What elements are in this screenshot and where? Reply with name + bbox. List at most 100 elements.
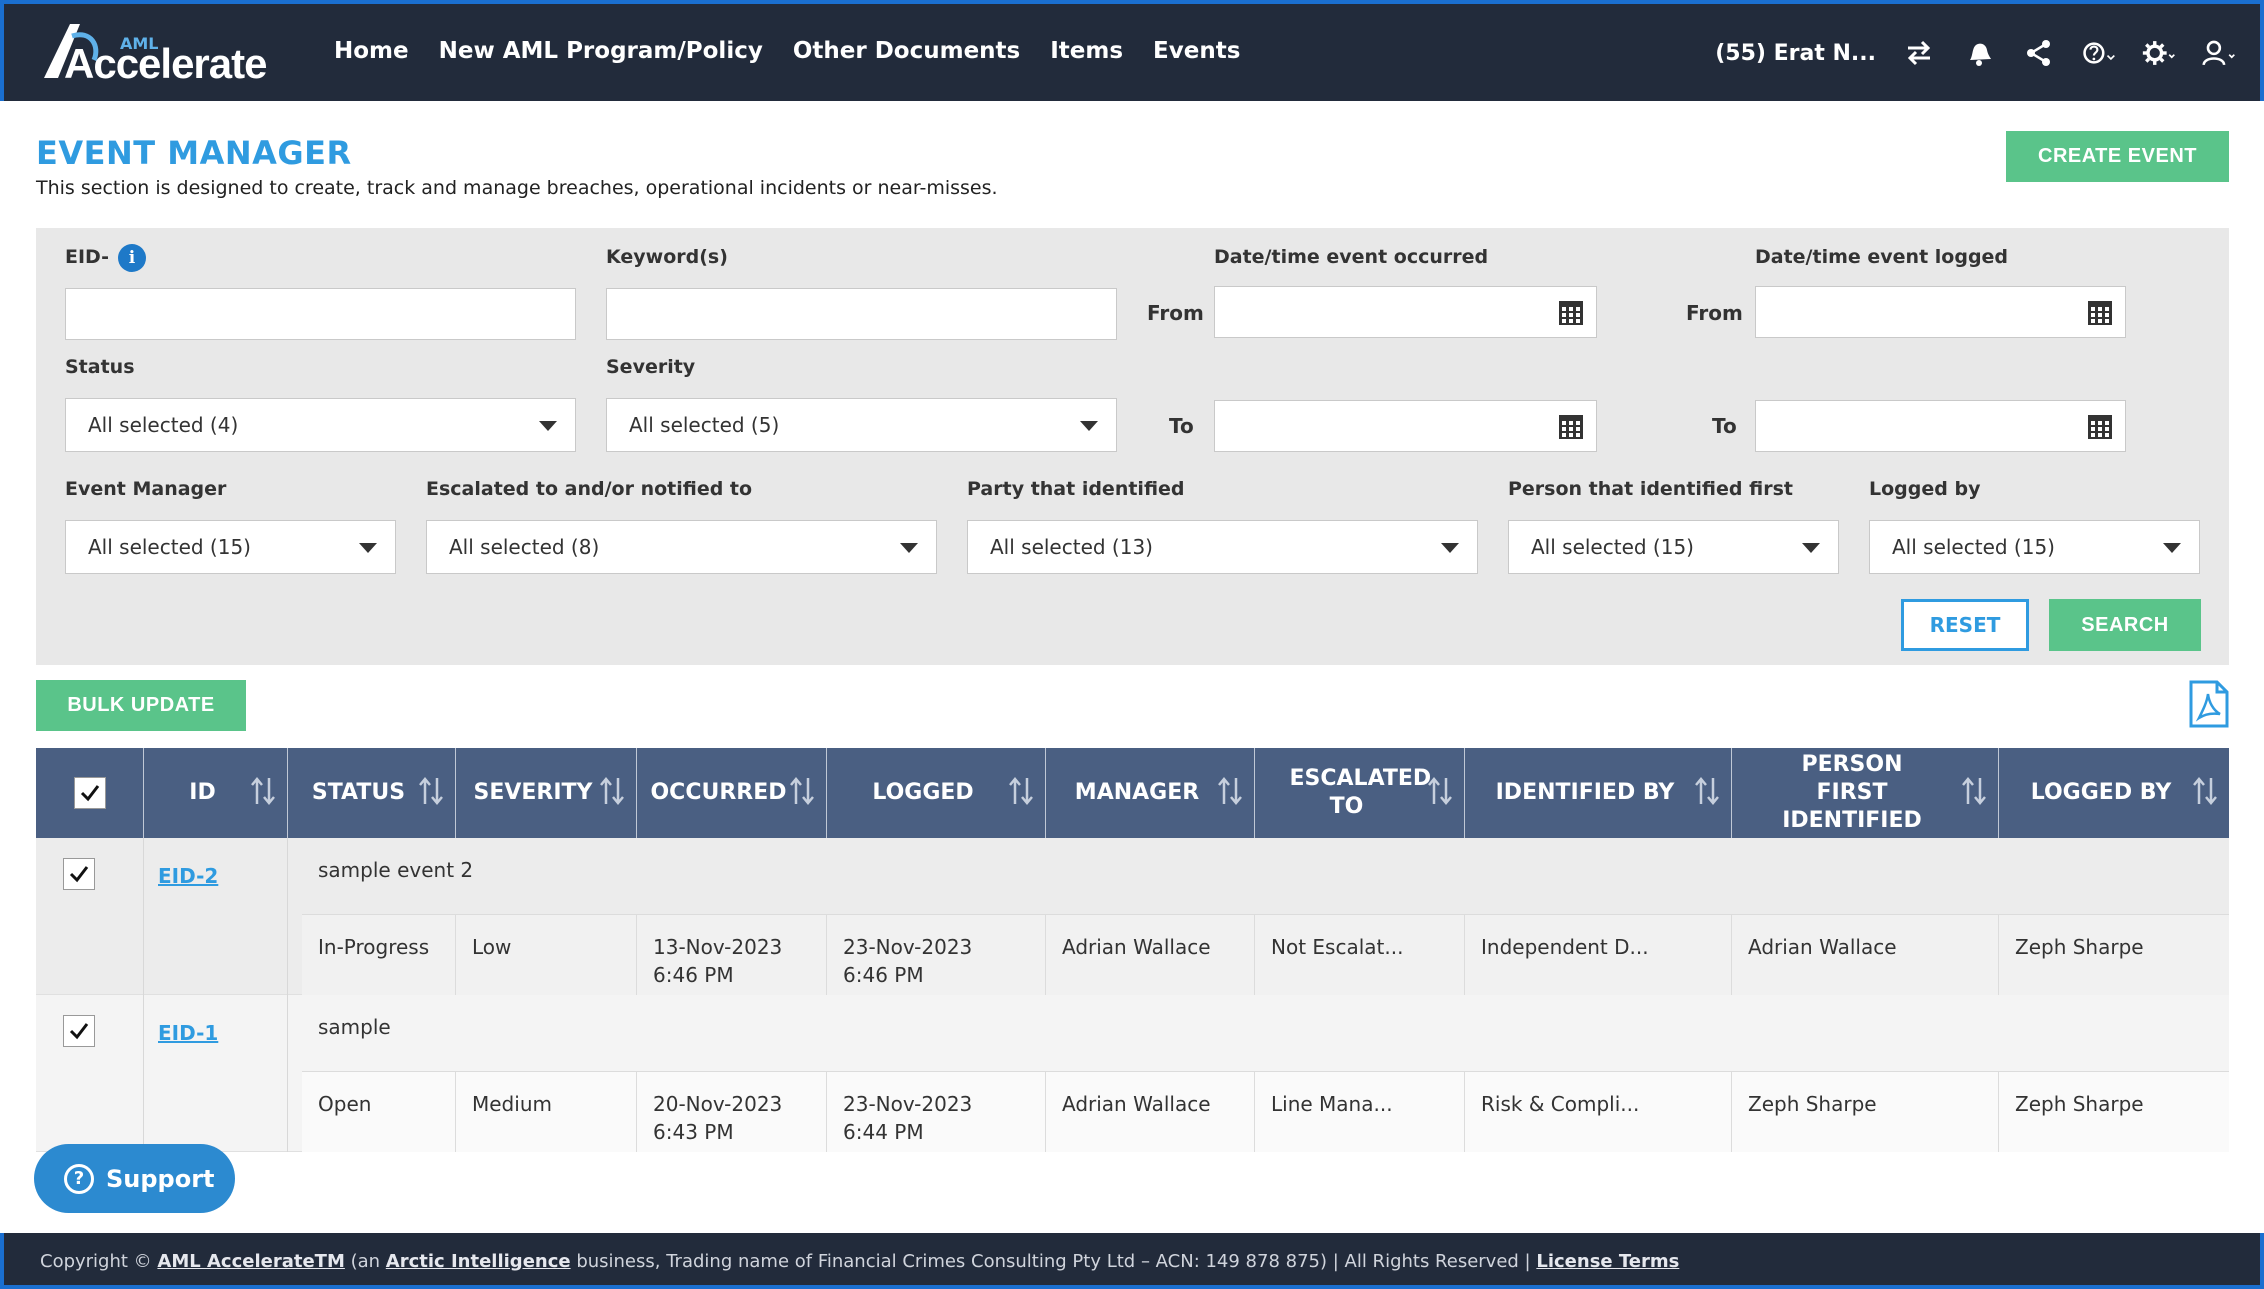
swap-arrows-icon[interactable] bbox=[1902, 36, 1936, 70]
row-checkbox[interactable] bbox=[63, 858, 95, 890]
cell-status: Open bbox=[302, 1072, 456, 1152]
keywords-input[interactable] bbox=[606, 288, 1117, 340]
occurred-from-label: From bbox=[1147, 301, 1204, 325]
cell-severity: Medium bbox=[456, 1072, 637, 1152]
reset-button[interactable]: RESET bbox=[1901, 599, 2029, 651]
sort-arrows-icon[interactable] bbox=[1693, 776, 1721, 806]
escalated-select[interactable]: All selected (8) bbox=[426, 520, 937, 574]
column-person-first[interactable]: PERSON FIRST IDENTIFIED bbox=[1732, 748, 1999, 838]
select-all-checkbox[interactable] bbox=[73, 777, 106, 809]
column-escalated[interactable]: ESCALATED TO bbox=[1255, 748, 1465, 838]
event-title: sample bbox=[302, 995, 2229, 1072]
event-id-link[interactable]: EID-1 bbox=[158, 1021, 218, 1045]
nav-other-documents[interactable]: Other Documents bbox=[793, 38, 1020, 64]
cell-person-first: Adrian Wallace bbox=[1732, 915, 1999, 995]
column-occurred[interactable]: OCCURRED bbox=[637, 748, 827, 838]
severity-select[interactable]: All selected (5) bbox=[606, 398, 1117, 452]
status-select-value: All selected (4) bbox=[88, 413, 239, 437]
calendar-icon[interactable] bbox=[1558, 300, 1584, 326]
share-icon[interactable] bbox=[2022, 36, 2056, 70]
gear-icon[interactable] bbox=[2142, 36, 2176, 70]
column-logged[interactable]: LOGGED bbox=[827, 748, 1046, 838]
search-button[interactable]: SEARCH bbox=[2049, 599, 2201, 651]
logged-from-label: From bbox=[1686, 301, 1743, 325]
sort-arrows-icon[interactable] bbox=[417, 776, 445, 806]
bell-icon[interactable] bbox=[1962, 36, 1996, 70]
date-occurred-label: Date/time event occurred bbox=[1214, 246, 1489, 268]
organisation-context[interactable]: (55) Erat N... bbox=[1715, 41, 1876, 66]
occurred-to-input[interactable] bbox=[1214, 400, 1597, 452]
logged-to-input[interactable] bbox=[1755, 400, 2126, 452]
calendar-icon[interactable] bbox=[2087, 300, 2113, 326]
cell-person-first: Zeph Sharpe bbox=[1732, 1072, 1999, 1152]
person-identified-label: Person that identified first bbox=[1508, 478, 1793, 500]
footer-brand-link[interactable]: AML AccelerateTM bbox=[157, 1251, 344, 1272]
nav-new-aml-program[interactable]: New AML Program/Policy bbox=[439, 38, 763, 64]
check-icon bbox=[69, 1023, 89, 1040]
sort-arrows-icon[interactable] bbox=[1426, 776, 1454, 806]
filter-panel: EID- i Keyword(s) Date/time event occurr… bbox=[36, 228, 2229, 665]
event-manager-label: Event Manager bbox=[65, 478, 227, 500]
help-icon[interactable] bbox=[2082, 36, 2116, 70]
calendar-icon[interactable] bbox=[1558, 414, 1584, 440]
row-select-cell bbox=[36, 838, 144, 995]
column-escalated-label: ESCALATED TO bbox=[1289, 766, 1432, 819]
bulk-update-button[interactable]: BULK UPDATE bbox=[36, 680, 246, 731]
pdf-icon[interactable] bbox=[2189, 680, 2229, 728]
logo-accelerate: Accelerate bbox=[64, 40, 267, 87]
chevron-down-icon bbox=[359, 543, 377, 553]
row-checkbox[interactable] bbox=[63, 1015, 95, 1047]
sort-arrows-icon[interactable] bbox=[788, 776, 816, 806]
column-logged-label: LOGGED bbox=[872, 780, 974, 805]
sort-arrows-icon[interactable] bbox=[1960, 776, 1988, 806]
cell-severity: Low bbox=[456, 915, 637, 995]
column-manager[interactable]: MANAGER bbox=[1046, 748, 1255, 838]
app-logo[interactable]: AML Accelerate bbox=[36, 16, 286, 88]
info-icon[interactable]: i bbox=[118, 244, 146, 272]
status-label: Status bbox=[65, 356, 135, 378]
nav-items[interactable]: Items bbox=[1050, 38, 1123, 64]
event-manager-select[interactable]: All selected (15) bbox=[65, 520, 396, 574]
create-event-button[interactable]: CREATE EVENT bbox=[2006, 131, 2229, 182]
column-logged-by-label: LOGGED BY bbox=[2030, 780, 2172, 805]
column-identified-by[interactable]: IDENTIFIED BY bbox=[1465, 748, 1732, 838]
table-header: ID STATUS SEVERITY OCCURRED LOGGED MANAG… bbox=[36, 748, 2229, 838]
event-title: sample event 2 bbox=[302, 838, 2229, 915]
row-id-cell: EID-2 bbox=[144, 838, 288, 995]
escalated-label: Escalated to and/or notified to bbox=[426, 478, 753, 500]
table-row[interactable]: EID-1 sample Open Medium 20-Nov-2023 6:4… bbox=[36, 995, 2229, 1152]
eid-input[interactable] bbox=[65, 288, 576, 340]
event-id-link[interactable]: EID-2 bbox=[158, 864, 218, 888]
logged-by-select[interactable]: All selected (15) bbox=[1869, 520, 2200, 574]
date-logged-label: Date/time event logged bbox=[1755, 246, 2009, 268]
footer-org-link[interactable]: Arctic Intelligence bbox=[386, 1251, 571, 1272]
sort-arrows-icon[interactable] bbox=[249, 776, 277, 806]
table-row[interactable]: EID-2 sample event 2 In-Progress Low 13-… bbox=[36, 838, 2229, 995]
calendar-icon[interactable] bbox=[2087, 414, 2113, 440]
column-person-first-label: PERSON FIRST IDENTIFIED bbox=[1782, 752, 1922, 833]
nav-home[interactable]: Home bbox=[334, 38, 409, 64]
footer-license-link[interactable]: License Terms bbox=[1536, 1251, 1679, 1272]
user-icon[interactable] bbox=[2202, 36, 2236, 70]
keywords-label: Keyword(s) bbox=[606, 246, 728, 268]
cell-status: In-Progress bbox=[302, 915, 456, 995]
row-select-cell bbox=[36, 995, 144, 1152]
column-logged-by[interactable]: LOGGED BY bbox=[1999, 748, 2229, 838]
support-button[interactable]: ? Support bbox=[34, 1144, 235, 1213]
status-select[interactable]: All selected (4) bbox=[65, 398, 576, 452]
sort-arrows-icon[interactable] bbox=[1007, 776, 1035, 806]
column-status[interactable]: STATUS bbox=[288, 748, 456, 838]
sort-arrows-icon[interactable] bbox=[598, 776, 626, 806]
party-identified-label: Party that identified bbox=[967, 478, 1185, 500]
occurred-from-input[interactable] bbox=[1214, 286, 1597, 338]
nav-events[interactable]: Events bbox=[1153, 38, 1240, 64]
logged-from-input[interactable] bbox=[1755, 286, 2126, 338]
sort-arrows-icon[interactable] bbox=[1216, 776, 1244, 806]
person-identified-select[interactable]: All selected (15) bbox=[1508, 520, 1839, 574]
sort-arrows-icon[interactable] bbox=[2191, 776, 2219, 806]
column-severity[interactable]: SEVERITY bbox=[456, 748, 637, 838]
check-icon bbox=[80, 785, 99, 802]
column-id[interactable]: ID bbox=[144, 748, 288, 838]
chevron-down-icon bbox=[900, 543, 918, 553]
party-identified-select[interactable]: All selected (13) bbox=[967, 520, 1478, 574]
